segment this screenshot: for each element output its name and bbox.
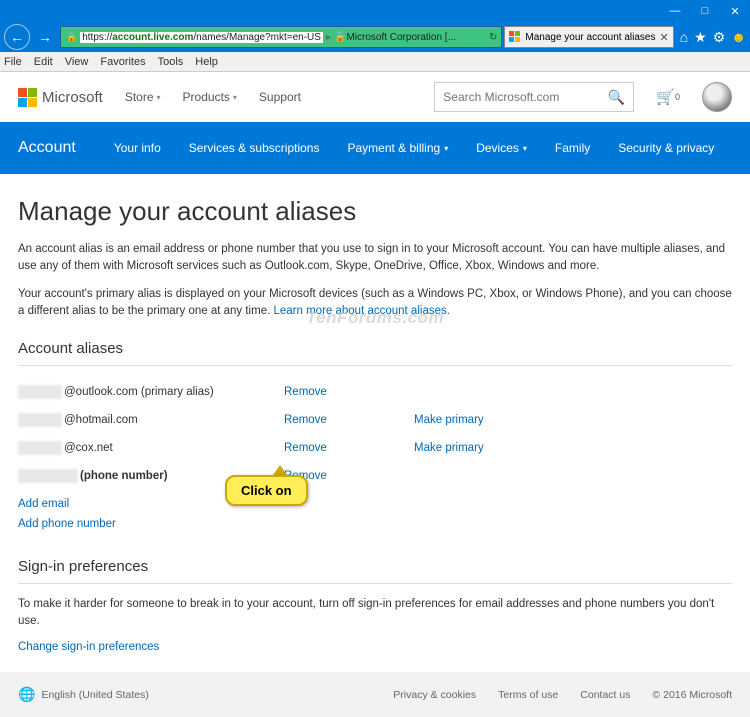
footer-link-contact[interactable]: Contact us <box>580 689 630 701</box>
redacted-text <box>18 413 62 427</box>
make-primary-link[interactable]: Make primary <box>414 414 484 426</box>
divider <box>18 365 732 366</box>
remove-link[interactable]: Remove <box>284 442 414 454</box>
nav-services[interactable]: Services & subscriptions <box>189 141 320 155</box>
refresh-icon[interactable]: ↻ <box>489 32 497 43</box>
tools-icon[interactable]: ⚙ <box>713 29 726 46</box>
alias-email: @hotmail.com <box>64 414 284 426</box>
lock-icon: 🔒 <box>66 32 77 43</box>
menu-edit[interactable]: Edit <box>34 56 53 68</box>
home-icon[interactable]: ⌂ <box>680 29 688 45</box>
menu-tools[interactable]: Tools <box>158 56 184 68</box>
tab-close-icon[interactable]: ✕ <box>659 31 668 44</box>
window-close-button[interactable]: ✕ <box>720 0 750 22</box>
header-link-support[interactable]: Support <box>259 90 301 104</box>
menu-view[interactable]: View <box>65 56 89 68</box>
browser-navbar: ← → 🔒 https://account.live.com/names/Man… <box>0 22 750 52</box>
tab-title: Manage your account aliases <box>525 32 655 43</box>
favicon-icon <box>509 31 521 43</box>
header-link-store[interactable]: Store▾ <box>125 90 161 104</box>
window-titlebar: — □ ✕ <box>0 0 750 22</box>
remove-link[interactable]: Remove <box>284 386 414 398</box>
chevron-down-icon: ▾ <box>157 93 161 102</box>
microsoft-logo[interactable]: Microsoft <box>18 88 103 107</box>
site-header: Microsoft Store▾ Products▾ Support 🔍 🛒0 <box>0 72 750 122</box>
menu-file[interactable]: File <box>4 56 22 68</box>
window-maximize-button[interactable]: □ <box>690 0 720 22</box>
alias-email: @cox.net <box>64 442 284 454</box>
add-email-link[interactable]: Add email <box>18 498 732 510</box>
alias-email: @outlook.com (primary alias) <box>64 386 284 398</box>
search-box[interactable]: 🔍 <box>434 82 634 112</box>
redacted-text <box>18 385 62 399</box>
favorites-icon[interactable]: ★ <box>694 29 707 46</box>
intro-paragraph-1: An account alias is an email address or … <box>18 241 732 276</box>
globe-icon: 🌐 <box>18 686 35 703</box>
account-nav: Account Your info Services & subscriptio… <box>0 122 750 174</box>
menu-help[interactable]: Help <box>195 56 218 68</box>
nav-brand[interactable]: Account <box>18 139 76 157</box>
redacted-text <box>18 469 78 483</box>
browser-menubar: File Edit View Favorites Tools Help <box>0 52 750 72</box>
window-minimize-button[interactable]: — <box>660 0 690 22</box>
remove-link[interactable]: Remove <box>284 414 414 426</box>
alias-row: @outlook.com (primary alias) Remove <box>18 378 732 406</box>
cart-button[interactable]: 🛒0 <box>656 88 680 106</box>
header-link-products[interactable]: Products▾ <box>183 90 237 104</box>
change-signin-pref-link[interactable]: Change sign-in preferences <box>18 641 732 653</box>
nav-your-info[interactable]: Your info <box>114 141 161 155</box>
alias-row-phone: (phone number) Remove <box>18 462 732 490</box>
alias-row: @cox.net Remove Make primary <box>18 434 732 462</box>
address-bar[interactable]: 🔒 https://account.live.com/names/Manage?… <box>60 26 502 48</box>
site-footer: 🌐 English (United States) Privacy & cook… <box>0 672 750 717</box>
redacted-text <box>18 441 62 455</box>
add-phone-link[interactable]: Add phone number <box>18 518 732 530</box>
nav-payment[interactable]: Payment & billing ▾ <box>347 141 448 155</box>
nav-devices[interactable]: Devices ▾ <box>476 141 527 155</box>
browser-tab[interactable]: Manage your account aliases ✕ <box>504 26 673 48</box>
page-title: Manage your account aliases <box>18 196 732 227</box>
menu-favorites[interactable]: Favorites <box>100 56 145 68</box>
section-signin-preferences: Sign-in preferences <box>18 558 732 575</box>
divider <box>18 583 732 584</box>
intro-paragraph-2: Your account's primary alias is displaye… <box>18 286 732 321</box>
cert-identity: Microsoft Corporation [... <box>346 32 455 43</box>
alias-row: @hotmail.com Remove Make primary <box>18 406 732 434</box>
back-button[interactable]: ← <box>4 24 30 50</box>
footer-link-terms[interactable]: Terms of use <box>498 689 558 701</box>
make-primary-link[interactable]: Make primary <box>414 442 484 454</box>
nav-family[interactable]: Family <box>555 141 590 155</box>
search-input[interactable] <box>443 90 608 104</box>
chevron-down-icon: ▾ <box>233 93 237 102</box>
annotation-callout: Click on <box>225 465 308 506</box>
chevron-down-icon: ▾ <box>444 144 448 153</box>
forward-button[interactable]: → <box>32 24 58 50</box>
section-account-aliases: Account aliases <box>18 340 732 357</box>
search-icon[interactable]: 🔍 <box>608 89 625 106</box>
page-content: Manage your account aliases An account a… <box>0 174 750 667</box>
feedback-icon[interactable]: ☻ <box>731 29 746 45</box>
chevron-down-icon: ▾ <box>523 144 527 153</box>
signin-pref-paragraph: To make it harder for someone to break i… <box>18 596 732 631</box>
language-selector[interactable]: 🌐 English (United States) <box>18 686 149 703</box>
callout-text: Click on <box>225 475 308 506</box>
identity-lock-icon: 🔒 <box>334 32 346 43</box>
footer-copyright: © 2016 Microsoft <box>652 689 732 701</box>
nav-security[interactable]: Security & privacy <box>618 141 714 155</box>
avatar[interactable] <box>702 82 732 112</box>
learn-more-link[interactable]: Learn more about account aliases. <box>273 305 449 317</box>
footer-link-privacy[interactable]: Privacy & cookies <box>393 689 476 701</box>
